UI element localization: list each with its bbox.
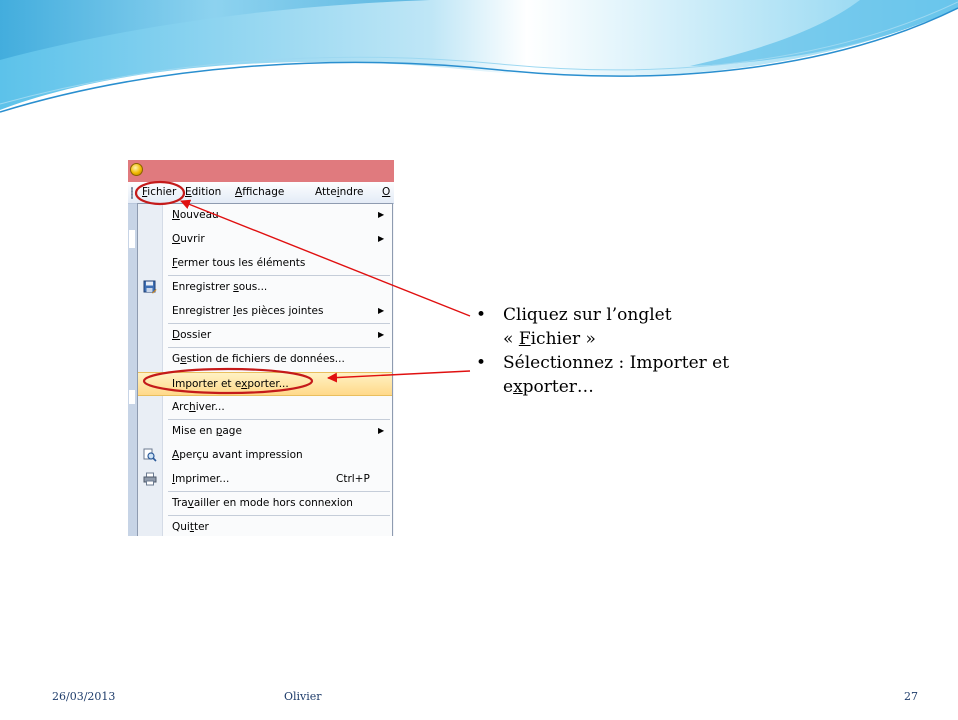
menu-item-label: Gestion de fichiers de données... bbox=[172, 353, 345, 365]
menu-item-travailler-hors-connexion[interactable]: Travailler en mode hors connexion bbox=[138, 492, 392, 516]
menu-item-mise-en-page[interactable]: Mise en page ▶ bbox=[138, 420, 392, 444]
fichier-dropdown-menu: Nouveau ▶ Ouvrir ▶ Fermer tous les éléme… bbox=[137, 203, 393, 536]
footer-author: Olivier bbox=[284, 690, 322, 703]
instruction-line: « Fichier » bbox=[503, 329, 596, 349]
menu-item-gestion-fichiers-donnees[interactable]: Gestion de fichiers de données... bbox=[138, 348, 392, 372]
submenu-arrow-icon: ▶ bbox=[378, 210, 385, 219]
footer-page-number: 27 bbox=[904, 690, 918, 703]
menu-item-nouveau[interactable]: Nouveau ▶ bbox=[138, 204, 392, 228]
menu-item-dossier[interactable]: Dossier ▶ bbox=[138, 324, 392, 348]
bullet-marker: • bbox=[476, 305, 487, 325]
submenu-arrow-icon: ▶ bbox=[378, 234, 385, 243]
menu-item-label: Enregistrer les pièces jointes bbox=[172, 305, 324, 317]
print-preview-icon bbox=[143, 448, 157, 462]
footer-date: 26/03/2013 bbox=[52, 690, 116, 703]
submenu-arrow-icon: ▶ bbox=[378, 330, 385, 339]
menu-item-apercu-impression[interactable]: Aperçu avant impression bbox=[138, 444, 392, 468]
menu-outils[interactable]: O bbox=[382, 186, 390, 198]
menu-item-label: Ouvrir bbox=[172, 233, 205, 245]
instruction-bullet-fichier: • Cliquez sur l’onglet « Fichier » bbox=[476, 303, 806, 351]
menu-item-label: Travailler en mode hors connexion bbox=[172, 497, 353, 509]
printer-icon bbox=[143, 472, 157, 486]
menu-item-label: Importer et exporter... bbox=[172, 378, 289, 390]
menu-item-label: Enregistrer sous... bbox=[172, 281, 268, 293]
menu-item-imprimer[interactable]: Imprimer... Ctrl+P bbox=[138, 468, 392, 492]
menu-item-ouvrir[interactable]: Ouvrir ▶ bbox=[138, 228, 392, 252]
menu-atteindre[interactable]: Atteindre bbox=[315, 186, 364, 198]
bullet-marker: • bbox=[476, 353, 487, 373]
menu-item-label: Dossier bbox=[172, 329, 212, 341]
menu-affichage[interactable]: Affichage bbox=[235, 186, 284, 198]
submenu-arrow-icon: ▶ bbox=[378, 426, 385, 435]
menu-edition[interactable]: Edition bbox=[185, 186, 221, 198]
menu-item-fermer-tous[interactable]: Fermer tous les éléments bbox=[138, 252, 392, 276]
instruction-line: exporter… bbox=[503, 377, 594, 397]
window-titlebar bbox=[128, 160, 394, 182]
outlook-app-icon[interactable] bbox=[130, 163, 143, 176]
shortcut-label: Ctrl+P bbox=[336, 473, 370, 485]
menu-item-enregistrer-sous[interactable]: Enregistrer sous... bbox=[138, 276, 392, 300]
menu-item-importer-exporter[interactable]: Importer et exporter... bbox=[138, 372, 392, 396]
submenu-arrow-icon: ▶ bbox=[378, 306, 385, 315]
header-wave-decoration bbox=[0, 0, 958, 113]
menu-item-quitter[interactable]: Quitter bbox=[138, 516, 392, 536]
menu-item-label: Archiver... bbox=[172, 401, 225, 413]
instruction-line: Cliquez sur l’onglet bbox=[503, 305, 672, 325]
toolbar-grip-icon[interactable] bbox=[131, 187, 133, 199]
outlook-menu-screenshot: Fichier Edition Affichage Atteindre O No… bbox=[128, 160, 394, 536]
menu-item-label: Imprimer... bbox=[172, 473, 230, 485]
menu-item-label: Mise en page bbox=[172, 425, 242, 437]
menu-item-label: Fermer tous les éléments bbox=[172, 257, 306, 269]
menu-item-enregistrer-pieces-jointes[interactable]: Enregistrer les pièces jointes ▶ bbox=[138, 300, 392, 324]
menu-fichier[interactable]: Fichier bbox=[142, 186, 176, 198]
menu-item-label: Aperçu avant impression bbox=[172, 449, 303, 461]
save-as-icon bbox=[143, 280, 157, 294]
menu-item-label: Quitter bbox=[172, 521, 209, 533]
menu-item-label: Nouveau bbox=[172, 209, 219, 221]
instruction-list: • Cliquez sur l’onglet « Fichier » • Sél… bbox=[476, 303, 806, 399]
instruction-bullet-importer: • Sélectionnez : Importer et exporter… bbox=[476, 351, 806, 399]
menu-item-archiver[interactable]: Archiver... bbox=[138, 396, 392, 420]
instruction-line: Sélectionnez : Importer et bbox=[503, 353, 730, 373]
